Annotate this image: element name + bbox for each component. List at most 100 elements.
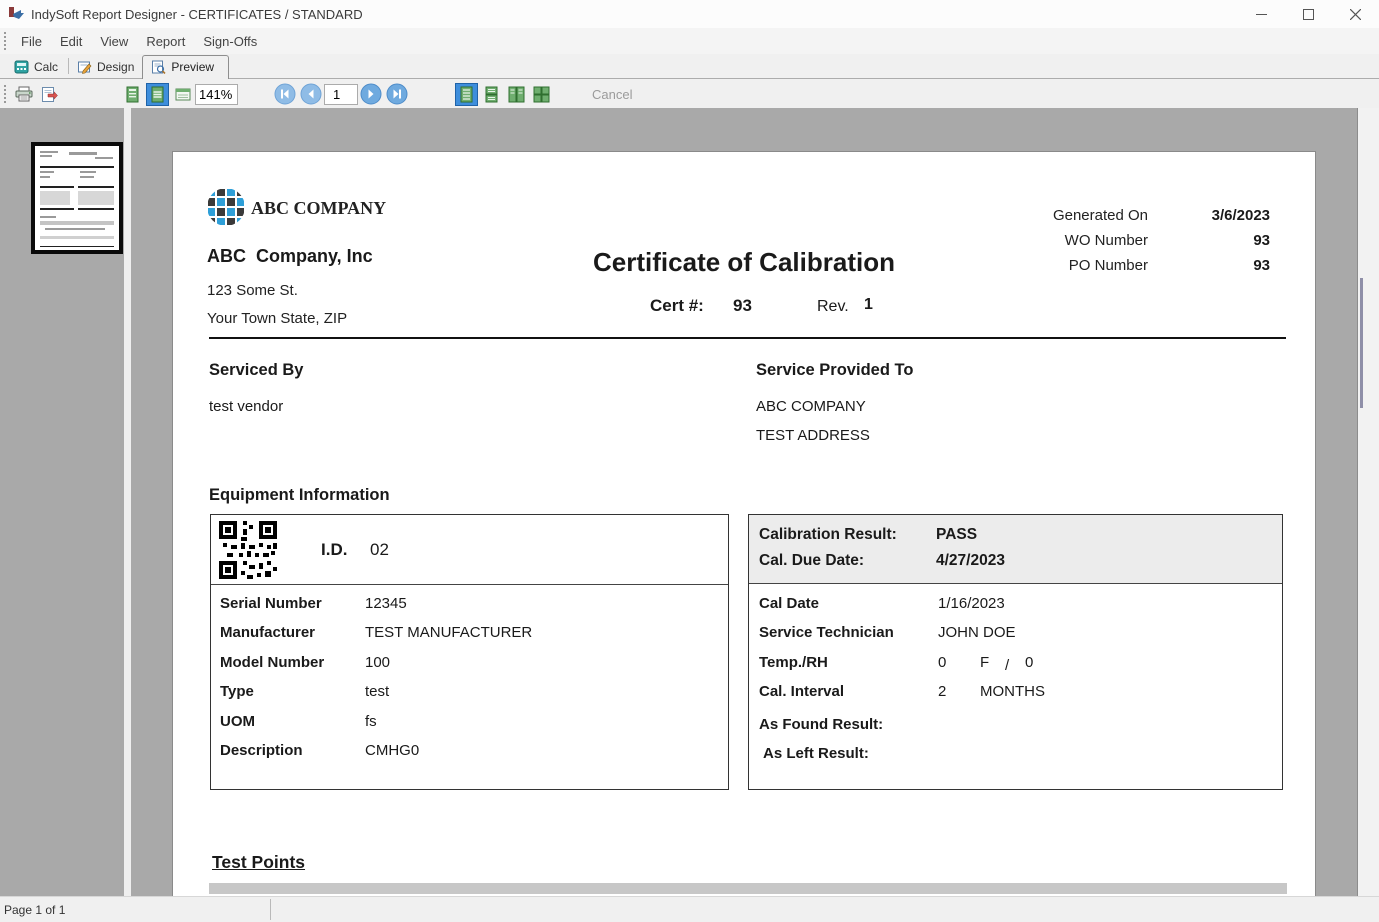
company-address-line1: 123 Some St.	[207, 282, 298, 299]
next-page-button[interactable]	[360, 83, 382, 105]
tab-preview[interactable]: Preview	[142, 55, 229, 79]
header-divider	[209, 337, 1286, 339]
thumbnail-panel	[0, 108, 124, 896]
equipment-row: Manufacturer TEST MANUFACTURER	[211, 621, 728, 650]
menu-bar: File Edit View Report Sign-Offs	[0, 28, 1379, 54]
equipment-row: Serial Number 12345	[211, 592, 728, 621]
calibration-row: As Found Result:	[749, 713, 1282, 742]
company-logo-globe-icon	[206, 187, 246, 227]
maximize-button[interactable]	[1285, 0, 1332, 28]
app-icon	[7, 5, 25, 23]
equipment-row: UOM fs	[211, 710, 728, 739]
tab-calc[interactable]: Calc	[8, 57, 66, 78]
facing-pages-icon	[508, 86, 525, 103]
service-provided-to-line2: TEST ADDRESS	[756, 427, 870, 444]
revision-value: 1	[864, 296, 873, 314]
id-label: I.D.	[321, 540, 347, 560]
cert-number-value: 93	[733, 296, 752, 316]
preview-canvas: ABC COMPANY ABC Company, Inc 123 Some St…	[131, 108, 1357, 896]
cert-number-label: Cert #:	[650, 296, 704, 316]
toolbar-grip[interactable]	[3, 85, 8, 103]
tab-preview-label: Preview	[171, 60, 214, 74]
meta-row-po-number: PO Number 93	[918, 257, 1270, 282]
zoom-whole-page-button[interactable]	[146, 83, 169, 106]
calibration-result-header: Calibration Result: PASS Cal. Due Date: …	[749, 515, 1282, 584]
calibration-row: Cal. Interval 2 MONTHS	[749, 680, 1282, 709]
menu-report[interactable]: Report	[137, 31, 194, 52]
toolbar-grip[interactable]	[3, 32, 8, 50]
menu-view[interactable]: View	[91, 31, 137, 52]
calibration-row: Cal Date 1/16/2023	[749, 592, 1282, 621]
status-divider	[270, 899, 271, 920]
menu-edit[interactable]: Edit	[51, 31, 91, 52]
print-button[interactable]	[13, 83, 36, 106]
calibration-result-value: PASS	[936, 526, 977, 544]
facing-pages-view-button[interactable]	[505, 83, 528, 106]
first-page-button[interactable]	[274, 83, 296, 105]
page-status: Page 1 of 1	[0, 903, 65, 917]
meta-row-generated-on: Generated On 3/6/2023	[918, 207, 1270, 232]
panel-splitter[interactable]	[124, 108, 131, 896]
export-button[interactable]	[38, 83, 61, 106]
serviced-by-value: test vendor	[209, 398, 283, 415]
tab-design[interactable]: Design	[71, 57, 142, 78]
document-meta: Generated On 3/6/2023 WO Number 93 PO Nu…	[918, 207, 1270, 282]
equipment-row: Type test	[211, 680, 728, 709]
previous-page-button[interactable]	[300, 83, 322, 105]
last-page-button[interactable]	[386, 83, 408, 105]
equipment-box-divider	[211, 584, 728, 585]
page-width-icon	[125, 86, 140, 103]
last-page-icon	[386, 83, 408, 105]
zoom-percent-button[interactable]	[171, 83, 194, 106]
single-page-view-button[interactable]	[455, 83, 478, 106]
menu-file[interactable]: File	[12, 31, 51, 52]
window-title: IndySoft Report Designer - CERTIFICATES …	[31, 7, 363, 22]
test-points-heading: Test Points	[212, 852, 305, 873]
zoom-level-input[interactable]	[195, 84, 238, 105]
multiple-pages-icon	[533, 86, 550, 103]
zoom-percent-icon	[175, 87, 191, 102]
zoom-page-width-button[interactable]	[121, 83, 144, 106]
minimize-icon	[1256, 9, 1267, 20]
status-bar: Page 1 of 1	[0, 896, 1379, 922]
equipment-row: Model Number 100	[211, 651, 728, 680]
service-provided-to-line1: ABC COMPANY	[756, 398, 866, 415]
tab-calc-label: Calc	[34, 60, 58, 74]
calculator-icon	[14, 60, 29, 74]
close-button[interactable]	[1332, 0, 1379, 28]
scrollbar-thumb[interactable]	[1360, 278, 1363, 408]
cancel-button[interactable]: Cancel	[592, 87, 632, 102]
company-address-line2: Your Town State, ZIP	[207, 310, 347, 327]
whole-page-icon	[150, 86, 165, 103]
calibration-box: Calibration Result: PASS Cal. Due Date: …	[748, 514, 1283, 790]
maximize-icon	[1303, 9, 1314, 20]
equipment-box: I.D. 02 Serial Number 12345 Manufacturer…	[210, 514, 729, 790]
menu-sign-offs[interactable]: Sign-Offs	[194, 31, 266, 52]
minimize-button[interactable]	[1238, 0, 1285, 28]
multiple-pages-view-button[interactable]	[530, 83, 553, 106]
test-points-header-bar	[209, 883, 1287, 894]
equipment-information-heading: Equipment Information	[209, 486, 390, 505]
meta-row-wo-number: WO Number 93	[918, 232, 1270, 257]
continuous-view-button[interactable]	[480, 83, 503, 106]
page-number-input[interactable]	[324, 84, 358, 105]
cal-due-date-value: 4/27/2023	[936, 552, 1005, 570]
calibration-row: Service Technician JOHN DOE	[749, 621, 1282, 650]
preview-icon	[151, 60, 166, 74]
continuous-view-icon	[484, 86, 499, 103]
company-logo-text: ABC COMPANY	[251, 198, 386, 219]
close-icon	[1350, 9, 1361, 20]
app-window: IndySoft Report Designer - CERTIFICATES …	[0, 0, 1379, 922]
tab-separator	[68, 58, 69, 74]
vertical-scrollbar[interactable]	[1357, 108, 1379, 896]
calibration-row: Temp./RH 0 F / 0	[749, 651, 1282, 680]
title-bar: IndySoft Report Designer - CERTIFICATES …	[0, 0, 1379, 28]
id-value: 02	[370, 540, 389, 560]
certificate-page: ABC COMPANY ABC Company, Inc 123 Some St…	[173, 152, 1315, 896]
printer-icon	[15, 86, 34, 102]
qr-code-icon	[219, 521, 277, 579]
calibration-header-row: Cal. Due Date: 4/27/2023	[759, 552, 1272, 578]
calibration-header-row: Calibration Result: PASS	[759, 526, 1272, 552]
service-provided-to-heading: Service Provided To	[756, 361, 913, 380]
page-thumbnail[interactable]	[31, 142, 123, 254]
